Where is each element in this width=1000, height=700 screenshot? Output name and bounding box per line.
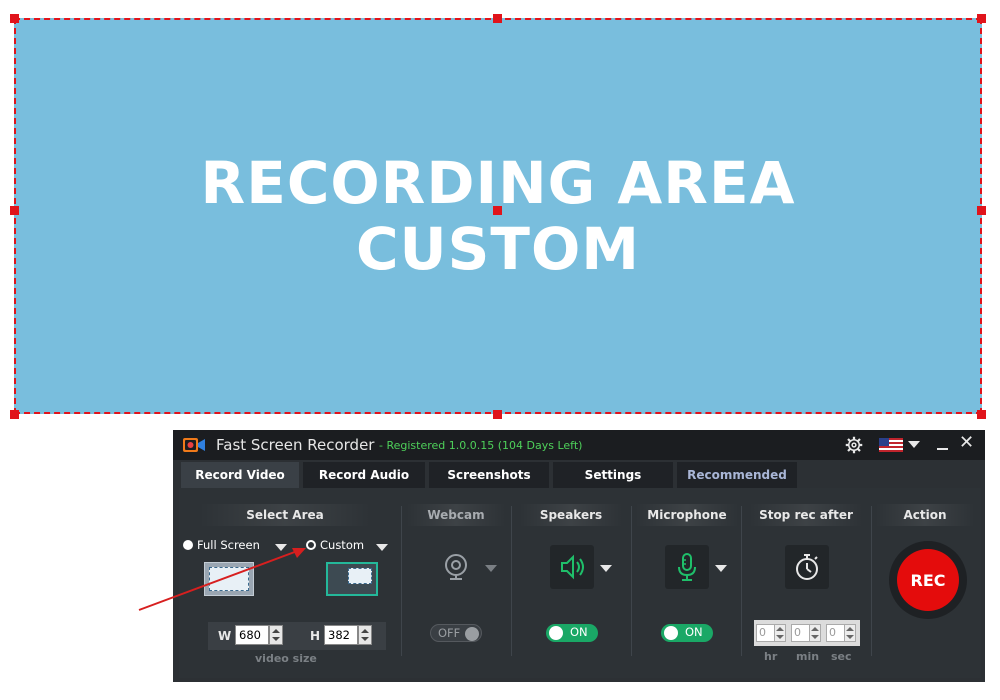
recording-area-line2: CUSTOM xyxy=(355,215,641,283)
full-screen-thumbnail-inner xyxy=(209,567,249,591)
microphone-heading: Microphone xyxy=(635,504,739,526)
resize-handle-middle-right[interactable] xyxy=(977,206,986,215)
divider xyxy=(631,506,632,656)
rec-button[interactable]: REC xyxy=(897,549,959,611)
select-area-heading: Select Area xyxy=(199,504,371,526)
divider xyxy=(871,506,872,656)
speakers-toggle[interactable]: ON xyxy=(546,624,598,642)
camera-icon xyxy=(183,438,205,452)
speakers-heading: Speakers xyxy=(519,504,623,526)
language-dropdown-icon[interactable] xyxy=(908,441,920,448)
stop-timer-box: 0 0 0 xyxy=(754,620,860,646)
resize-handle-middle-left[interactable] xyxy=(10,206,19,215)
full-screen-thumbnail[interactable] xyxy=(204,562,254,596)
video-size-caption: video size xyxy=(255,652,317,665)
video-size-box: W 680 H 382 xyxy=(208,622,386,650)
tab-record-video[interactable]: Record Video xyxy=(181,462,299,488)
rec-button-ring: REC xyxy=(889,541,967,619)
microphone-toggle-label: ON xyxy=(685,625,703,639)
recording-area[interactable]: RECORDING AREA CUSTOM xyxy=(14,18,982,414)
width-input[interactable]: 680 xyxy=(235,625,269,645)
close-icon[interactable]: ✕ xyxy=(959,432,974,453)
tab-settings[interactable]: Settings xyxy=(553,462,673,488)
stopwatch-icon xyxy=(796,554,818,580)
minutes-label: min xyxy=(796,650,820,663)
resize-handle-top-left[interactable] xyxy=(10,14,19,23)
webcam-dropdown-icon[interactable] xyxy=(485,565,497,572)
webcam-toggle-knob xyxy=(465,627,479,641)
full-screen-radio-dot xyxy=(183,540,193,550)
seconds-input[interactable]: 0 xyxy=(826,624,845,642)
speaker-icon xyxy=(561,554,584,580)
microphone-button[interactable] xyxy=(665,545,709,589)
speakers-button[interactable] xyxy=(550,545,594,589)
resize-handle-bottom-left[interactable] xyxy=(10,410,19,419)
app-title: Fast Screen Recorder xyxy=(216,436,375,454)
recorder-window: Fast Screen Recorder - Registered 1.0.0.… xyxy=(173,430,985,682)
webcam-toggle-label: OFF xyxy=(438,626,461,640)
registration-status: - Registered 1.0.0.15 (104 Days Left) xyxy=(379,439,583,452)
hours-input[interactable]: 0 xyxy=(756,624,775,642)
title-bar[interactable]: Fast Screen Recorder - Registered 1.0.0.… xyxy=(173,430,985,460)
tab-screenshots[interactable]: Screenshots xyxy=(429,462,549,488)
speakers-dropdown-icon[interactable] xyxy=(600,565,612,572)
resize-handle-bottom-center[interactable] xyxy=(493,410,502,419)
stop-rec-heading: Stop rec after xyxy=(749,504,863,526)
custom-area-thumbnail-inner xyxy=(348,568,372,584)
minutes-stepper[interactable] xyxy=(809,624,821,642)
custom-radio[interactable]: Custom xyxy=(306,538,364,552)
custom-label: Custom xyxy=(320,538,365,552)
minimize-icon[interactable] xyxy=(935,434,951,454)
resize-handle-top-right[interactable] xyxy=(977,14,986,23)
stop-timer-button[interactable] xyxy=(785,545,829,589)
tab-recommended[interactable]: Recommended xyxy=(677,462,797,488)
divider xyxy=(511,506,512,656)
speakers-toggle-knob xyxy=(549,626,563,640)
custom-area-thumbnail[interactable] xyxy=(326,562,378,596)
height-stepper[interactable] xyxy=(358,625,372,645)
width-stepper[interactable] xyxy=(269,625,283,645)
microphone-toggle-knob xyxy=(664,626,678,640)
resize-handle-top-center[interactable] xyxy=(493,14,502,23)
divider xyxy=(401,506,402,656)
minutes-input[interactable]: 0 xyxy=(791,624,810,642)
seconds-label: sec xyxy=(831,650,852,663)
speakers-toggle-label: ON xyxy=(570,625,588,639)
full-screen-radio[interactable]: Full Screen xyxy=(183,538,260,552)
action-heading: Action xyxy=(875,504,975,526)
seconds-stepper[interactable] xyxy=(844,624,856,642)
microphone-icon xyxy=(678,553,696,581)
custom-dropdown-icon[interactable] xyxy=(376,544,388,551)
microphone-toggle[interactable]: ON xyxy=(661,624,713,642)
webcam-heading: Webcam xyxy=(406,504,506,526)
height-input[interactable]: 382 xyxy=(324,625,358,645)
gear-icon[interactable] xyxy=(845,436,863,454)
hours-stepper[interactable] xyxy=(774,624,786,642)
microphone-dropdown-icon[interactable] xyxy=(715,565,727,572)
custom-radio-dot xyxy=(306,540,316,550)
hours-label: hr xyxy=(764,650,778,663)
full-screen-dropdown-icon[interactable] xyxy=(275,544,287,551)
webcam-toggle[interactable]: OFF xyxy=(430,624,482,642)
move-handle-center[interactable] xyxy=(493,206,502,215)
full-screen-label: Full Screen xyxy=(197,538,260,552)
resize-handle-bottom-right[interactable] xyxy=(977,410,986,419)
width-label: W xyxy=(218,629,232,643)
us-flag-icon[interactable] xyxy=(879,438,903,452)
height-label: H xyxy=(310,629,321,643)
divider xyxy=(741,506,742,656)
record-video-panel: Select Area Full Screen Custom W 680 H 3… xyxy=(179,488,981,678)
webcam-icon xyxy=(445,554,467,580)
tab-record-audio[interactable]: Record Audio xyxy=(303,462,425,488)
webcam-button[interactable] xyxy=(434,545,478,589)
